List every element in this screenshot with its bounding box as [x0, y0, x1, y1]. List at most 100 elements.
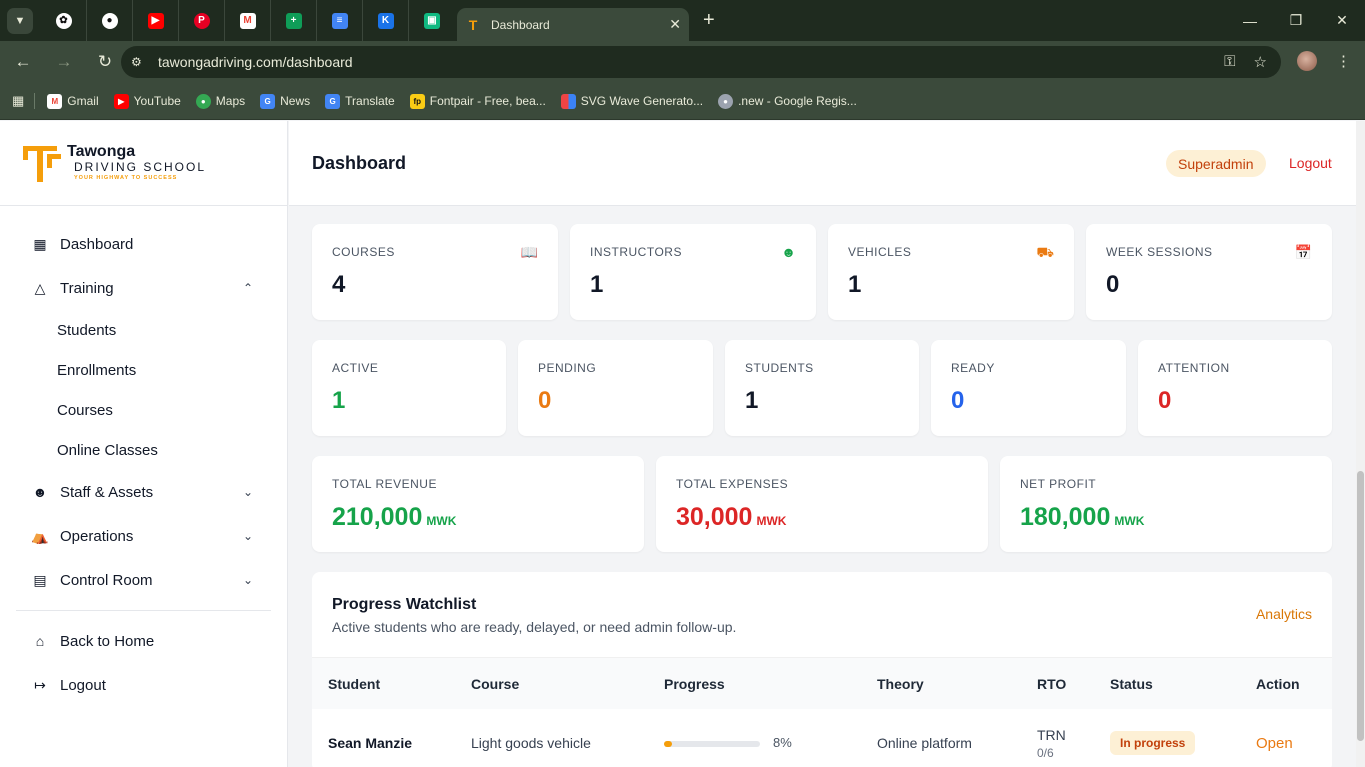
- progress-percent: 8%: [773, 735, 792, 750]
- pinned-tab-app2[interactable]: ▣: [409, 0, 455, 41]
- github-icon: ●: [101, 12, 118, 29]
- tawonga-favicon-icon: T: [468, 16, 478, 33]
- site-settings-icon[interactable]: ⚙: [131, 55, 155, 69]
- finance-label: NET PROFIT: [1020, 477, 1097, 491]
- pinned-tab-docs[interactable]: ≡: [317, 0, 363, 41]
- sidebar-item-students[interactable]: Students: [16, 310, 271, 350]
- pinned-tab-github[interactable]: ●: [87, 0, 133, 41]
- sidebar-item-operations[interactable]: ⛺ Operations ⌄: [16, 514, 271, 558]
- header-logout-link[interactable]: Logout: [1289, 155, 1332, 171]
- home-icon: ⌂: [35, 633, 45, 649]
- column-header-theory: Theory: [877, 676, 924, 692]
- stat-value: 0: [1106, 271, 1120, 298]
- sidebar-item-label: Staff & Assets: [60, 483, 154, 501]
- news-icon: G: [260, 93, 276, 109]
- users-icon: ☻: [781, 244, 796, 260]
- pinned-tab-app[interactable]: K: [363, 0, 409, 41]
- sidebar-item-online-classes[interactable]: Online Classes: [16, 430, 271, 470]
- reload-icon[interactable]: ↻: [87, 52, 123, 72]
- progress-bar: [664, 741, 760, 747]
- calendar-icon: 📅: [1294, 244, 1312, 260]
- bookmark-svg-wave[interactable]: SVG Wave Generato...: [560, 93, 703, 109]
- sidebar-item-enrollments[interactable]: Enrollments: [16, 350, 271, 390]
- sidebar-item-staff-assets[interactable]: ☻ Staff & Assets ⌄: [16, 470, 271, 514]
- currency-unit: MWK: [756, 514, 787, 528]
- pinned-tab-gmail[interactable]: M: [225, 0, 271, 41]
- close-tab-icon[interactable]: ✕: [669, 16, 681, 33]
- bookmark-translate[interactable]: G Translate: [325, 93, 395, 109]
- fontpair-icon: fp: [409, 93, 425, 109]
- bookmark-gmail[interactable]: M Gmail: [47, 93, 99, 109]
- chevron-down-icon: ⌄: [242, 485, 253, 499]
- bookmark-fontpair[interactable]: fp Fontpair - Free, bea...: [409, 93, 546, 109]
- role-badge: Superadmin: [1166, 150, 1266, 177]
- pinterest-icon: P: [193, 12, 210, 29]
- scrollbar-thumb[interactable]: [1357, 471, 1364, 741]
- bookmark-label: Gmail: [67, 94, 99, 108]
- stat-card-attention: ATTENTION 0: [1138, 340, 1332, 436]
- sidebar-item-dashboard[interactable]: ▦ Dashboard: [16, 222, 271, 266]
- analytics-link[interactable]: Analytics: [1256, 606, 1312, 622]
- app-icon: K: [377, 12, 394, 29]
- brand-logo[interactable]: Tawonga DRIVING SCHOOL YOUR HIGHWAY TO S…: [0, 121, 287, 206]
- finance-label: TOTAL EXPENSES: [676, 477, 789, 491]
- bookmark-news[interactable]: G News: [260, 93, 311, 109]
- stat-label: PENDING: [538, 361, 597, 375]
- sidebar-item-training[interactable]: △ Training ⌃: [16, 266, 271, 310]
- forward-icon[interactable]: →: [46, 52, 82, 72]
- page-title: Dashboard: [312, 153, 407, 173]
- browser-menu-icon[interactable]: ⋮: [1336, 52, 1351, 70]
- stat-label: INSTRUCTORS: [590, 245, 682, 259]
- active-tab[interactable]: T Dashboard ✕: [457, 8, 689, 41]
- sidebar-item-back-home[interactable]: ⌂ Back to Home: [16, 619, 271, 663]
- column-header-status: Status: [1110, 676, 1153, 692]
- finance-value: 210,000: [332, 503, 423, 531]
- minimize-icon[interactable]: —: [1227, 0, 1273, 41]
- sidebar-nav: ▦ Dashboard △ Training ⌃ Students Enroll…: [0, 206, 287, 707]
- new-tab-button[interactable]: +: [703, 9, 715, 32]
- brand-name: Tawonga: [67, 143, 136, 160]
- window-close-icon[interactable]: ✕: [1319, 0, 1365, 41]
- pinned-tab-chatgpt[interactable]: ✿: [41, 0, 87, 41]
- finance-card-expenses: TOTAL EXPENSES 30,000 MWK: [656, 456, 988, 552]
- bookmark-maps[interactable]: ● Maps: [195, 93, 245, 109]
- stat-value: 0: [538, 387, 552, 414]
- progress-watchlist: Progress Watchlist Active students who a…: [312, 572, 1332, 767]
- tab-search-button[interactable]: ▼: [7, 7, 33, 34]
- finance-card-net-profit: NET PROFIT 180,000 MWK: [1000, 456, 1332, 552]
- bookmark-youtube[interactable]: ▶ YouTube: [113, 93, 181, 109]
- page-scrollbar[interactable]: [1356, 121, 1365, 767]
- book-icon: 📖: [520, 244, 538, 260]
- maps-pin-icon: ●: [195, 93, 211, 109]
- stat-label: STUDENTS: [745, 361, 814, 375]
- stat-label: COURSES: [332, 245, 395, 259]
- bookmark-label: News: [280, 94, 311, 108]
- stat-label: WEEK SESSIONS: [1106, 245, 1213, 259]
- bookmarks-bar: ▦ M Gmail ▶ YouTube ● Maps G News G Translate…: [0, 83, 1365, 120]
- restore-icon[interactable]: ❐: [1273, 0, 1319, 41]
- sidebar-item-control-room[interactable]: ▤ Control Room ⌄: [16, 558, 271, 602]
- rto-value: TRN: [1037, 727, 1066, 743]
- watchlist-title: Progress Watchlist: [332, 596, 477, 613]
- bookmark-new-google[interactable]: ● .new - Google Regis...: [718, 93, 857, 109]
- student-name: Sean Manzie: [328, 735, 413, 751]
- stat-card-pending: PENDING 0: [518, 340, 713, 436]
- dashboard-grid-icon: ▦: [33, 235, 47, 252]
- globe-icon: ●: [718, 93, 734, 109]
- sidebar-item-courses[interactable]: Courses: [16, 390, 271, 430]
- svg-wave-icon: [560, 93, 576, 109]
- app-root: Tawonga DRIVING SCHOOL YOUR HIGHWAY TO S…: [0, 121, 1365, 767]
- apps-grid-icon[interactable]: ▦: [12, 93, 24, 109]
- stat-card-vehicles: VEHICLES 1 ⛟: [828, 224, 1074, 320]
- pinned-tab-youtube[interactable]: ▶: [133, 0, 179, 41]
- profile-avatar[interactable]: [1297, 51, 1317, 71]
- sidebar-item-logout[interactable]: ↦ Logout: [16, 663, 271, 707]
- pinned-tab-sheets[interactable]: +: [271, 0, 317, 41]
- address-bar[interactable]: ⚙ tawongadriving.com/dashboard ⚿ ☆: [121, 46, 1281, 78]
- stat-value: 1: [848, 271, 862, 298]
- bookmark-star-icon[interactable]: ☆: [1254, 53, 1267, 71]
- back-icon[interactable]: ←: [5, 52, 41, 72]
- password-key-icon[interactable]: ⚿: [1224, 53, 1235, 71]
- open-student-link[interactable]: Open: [1256, 735, 1293, 752]
- pinned-tab-pinterest[interactable]: P: [179, 0, 225, 41]
